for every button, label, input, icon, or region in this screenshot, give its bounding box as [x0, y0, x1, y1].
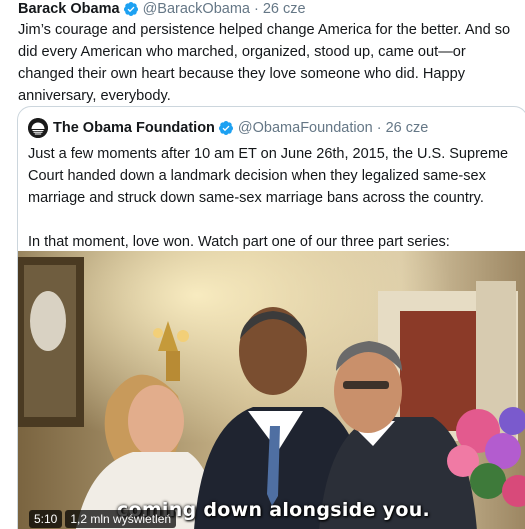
tweet-header: Barack Obama @BarackObama · 26 cze — [18, 0, 306, 18]
separator-dot: · — [253, 1, 259, 17]
author-name[interactable]: Barack Obama — [18, 1, 120, 17]
quoted-paragraph: Just a few moments after 10 am ET on Jun… — [28, 146, 509, 206]
video-views: 1,2 mln wyświetleń — [65, 510, 177, 528]
video-frame — [18, 251, 525, 529]
quoted-author-name[interactable]: The Obama Foundation — [53, 120, 215, 136]
quoted-tweet-text: Just a few moments after 10 am ET on Jun… — [28, 143, 524, 253]
video-stats-overlay: 5:10 1,2 mln wyświetleń — [29, 510, 177, 528]
quoted-tweet-card[interactable]: The Obama Foundation @ObamaFoundation · … — [17, 106, 525, 529]
verified-badge-icon — [218, 120, 234, 136]
author-handle[interactable]: @BarackObama — [143, 1, 250, 17]
video-player[interactable]: coming down alongside you. 5:10 1,2 mln … — [18, 251, 525, 529]
quoted-tweet-header: The Obama Foundation @ObamaFoundation · … — [28, 118, 428, 138]
obama-foundation-logo[interactable] — [28, 118, 48, 138]
verified-badge-icon — [123, 1, 139, 17]
tweet: Barack Obama @BarackObama · 26 cze Jim’s… — [0, 0, 525, 529]
tweet-text: Jim’s courage and persistence helped cha… — [18, 22, 511, 104]
tweet-date[interactable]: 26 cze — [263, 1, 306, 17]
quoted-tweet-date[interactable]: 26 cze — [386, 120, 429, 136]
video-duration: 5:10 — [29, 510, 63, 528]
quoted-author-handle[interactable]: @ObamaFoundation — [238, 120, 373, 136]
quoted-paragraph: In that moment, love won. Watch part one… — [28, 234, 450, 250]
separator-dot: · — [376, 120, 382, 136]
